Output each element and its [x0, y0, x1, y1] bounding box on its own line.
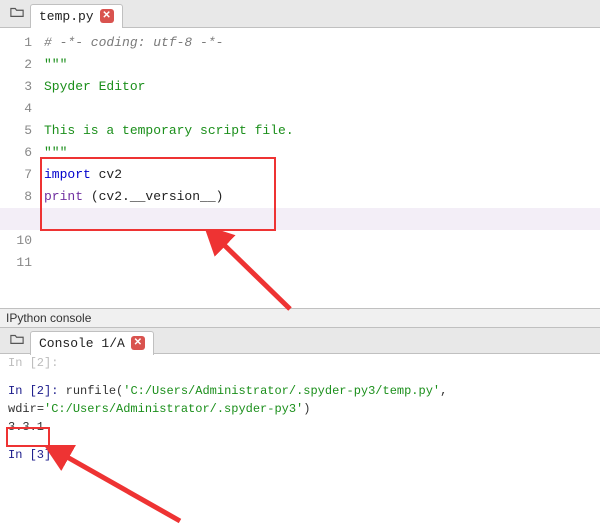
tab-temp-py[interactable]: temp.py ✕	[30, 4, 123, 28]
code-line	[44, 230, 594, 252]
code-line	[44, 208, 594, 230]
code-editor[interactable]: 1 2 3 4 5 6 7 8 9 10 11 # -*- coding: ut…	[0, 28, 600, 308]
line-number: 1	[0, 32, 32, 54]
close-icon[interactable]: ✕	[100, 9, 114, 23]
console-prompt-truncated: In [2]:	[8, 354, 592, 372]
code-line: Spyder Editor	[44, 76, 594, 98]
builtin-print: print	[44, 189, 83, 204]
line-number: 11	[0, 252, 32, 274]
code-line: """	[44, 142, 594, 164]
code-line: """	[44, 54, 594, 76]
line-number: 7	[0, 164, 32, 186]
in-prompt: In [3]:	[8, 448, 58, 462]
tab-label: temp.py	[39, 9, 94, 24]
line-number: 6	[0, 142, 32, 164]
line-number: 3	[0, 76, 32, 98]
line-number: 5	[0, 120, 32, 142]
code-line	[44, 98, 594, 120]
console-line: In [3]:	[8, 446, 592, 464]
console-panel-title: IPython console	[0, 308, 600, 328]
line-number: 8	[0, 186, 32, 208]
browse-folder-icon[interactable]	[10, 332, 24, 350]
close-icon[interactable]: ✕	[131, 336, 145, 350]
editor-tabbar: temp.py ✕	[0, 0, 600, 28]
console-line: In [2]: runfile('C:/Users/Administrator/…	[8, 382, 592, 418]
console-tabbar: Console 1/A ✕	[0, 328, 600, 354]
code-line: # -*- coding: utf-8 -*-	[44, 32, 594, 54]
code-line	[44, 252, 594, 274]
console-output: 3.3.1	[8, 418, 592, 436]
line-number: 4	[0, 98, 32, 120]
code-line: import cv2	[44, 164, 594, 186]
line-number: 2	[0, 54, 32, 76]
ipython-console[interactable]: In [2]: In [2]: runfile('C:/Users/Admini…	[0, 354, 600, 468]
line-number: 10	[0, 230, 32, 252]
tab-label: Console 1/A	[39, 336, 125, 351]
code-line: print (cv2.__version__)	[44, 186, 594, 208]
code-line: This is a temporary script file.	[44, 120, 594, 142]
tab-console-1a[interactable]: Console 1/A ✕	[30, 331, 154, 355]
code-area[interactable]: # -*- coding: utf-8 -*- """ Spyder Edito…	[38, 28, 600, 308]
keyword-import: import	[44, 167, 91, 182]
browse-folder-icon[interactable]	[10, 5, 24, 23]
line-number-gutter: 1 2 3 4 5 6 7 8 9 10 11	[0, 28, 38, 308]
in-prompt: In [2]:	[8, 384, 58, 398]
